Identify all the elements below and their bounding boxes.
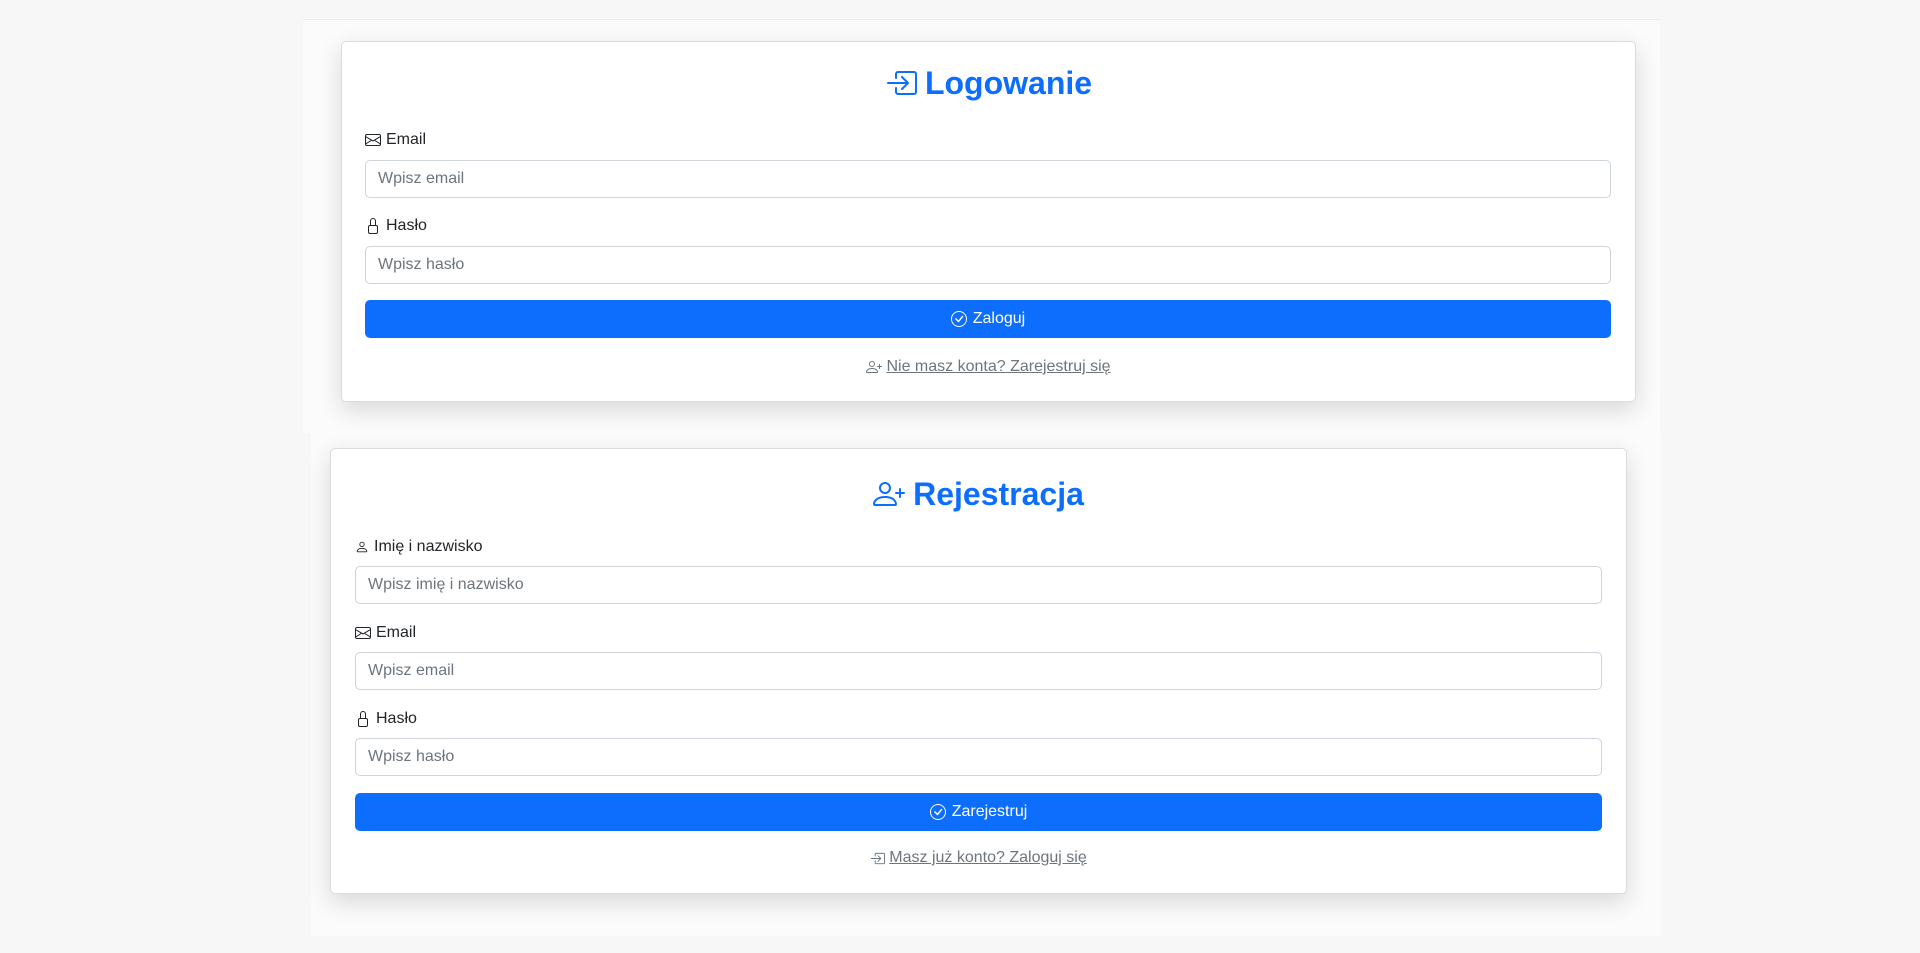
go-to-register-link-text: Nie masz konta? Zarejestruj się xyxy=(886,358,1111,375)
register-email-input[interactable] xyxy=(355,652,1602,690)
login-submit-button[interactable]: Zaloguj xyxy=(365,300,1611,338)
login-email-label: Email xyxy=(365,129,426,151)
check-circle-icon xyxy=(950,311,967,327)
register-password-label-text: Hasło xyxy=(376,710,417,727)
register-fullname-label-text: Imię i nazwisko xyxy=(374,538,483,555)
check-circle-icon xyxy=(929,804,946,820)
login-password-label: Hasło xyxy=(365,215,427,237)
go-to-login-link[interactable]: Masz już konto? Zaloguj się xyxy=(331,847,1626,869)
login-password-input[interactable] xyxy=(365,246,1611,284)
lock-icon xyxy=(355,711,371,727)
login-password-label-text: Hasło xyxy=(386,217,427,234)
register-password-input[interactable] xyxy=(355,738,1602,776)
register-email-label-text: Email xyxy=(376,624,417,641)
person-plus-icon xyxy=(873,478,906,510)
go-to-login-link-text: Masz już konto? Zaloguj się xyxy=(889,849,1087,866)
go-to-register-link[interactable]: Nie masz konta? Zarejestruj się xyxy=(342,356,1635,378)
login-email-label-text: Email xyxy=(386,131,427,148)
login-title-text: Logowanie xyxy=(924,64,1093,101)
login-submit-label: Zaloguj xyxy=(972,310,1026,327)
register-email-label: Email xyxy=(355,622,416,644)
register-password-label: Hasło xyxy=(355,708,417,730)
box-arrow-in-right-icon xyxy=(870,851,886,866)
register-fullname-input[interactable] xyxy=(355,566,1602,604)
register-fullname-label: Imię i nazwisko xyxy=(355,536,482,558)
register-title: Rejestracja xyxy=(331,472,1626,516)
box-arrow-in-right-icon xyxy=(885,67,917,99)
envelope-icon xyxy=(365,132,381,148)
register-card: Rejestracja Imię i nazwisko Email Hasło xyxy=(330,448,1627,894)
login-title: Logowanie xyxy=(342,61,1635,105)
register-submit-label: Zarejestruj xyxy=(951,803,1028,820)
lock-icon xyxy=(365,218,381,234)
login-card: Logowanie Email Hasło Zaloguj xyxy=(341,41,1636,402)
person-plus-icon xyxy=(866,359,883,375)
envelope-icon xyxy=(355,625,371,641)
login-email-input[interactable] xyxy=(365,160,1611,198)
person-icon xyxy=(355,540,369,554)
register-submit-button[interactable]: Zarejestruj xyxy=(355,793,1602,831)
register-title-text: Rejestracja xyxy=(913,475,1084,512)
